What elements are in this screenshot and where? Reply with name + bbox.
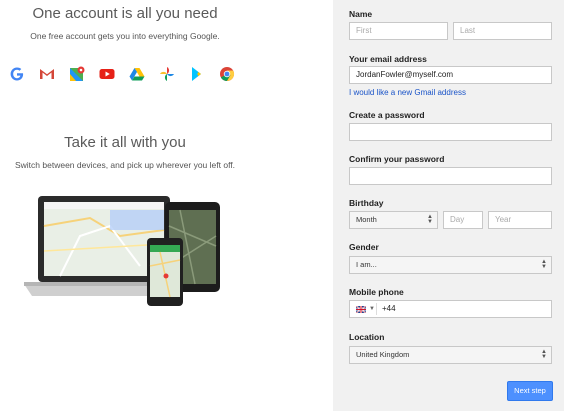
birthday-label: Birthday bbox=[349, 198, 384, 208]
birthday-day-input[interactable]: Day bbox=[443, 211, 483, 229]
first-name-input[interactable]: First bbox=[349, 22, 448, 40]
phone-country-code: +44 bbox=[382, 304, 396, 313]
gmail-icon bbox=[40, 69, 54, 79]
last-name-input[interactable]: Last bbox=[453, 22, 552, 40]
next-step-button[interactable]: Next step bbox=[507, 381, 553, 401]
confirm-password-input[interactable] bbox=[349, 167, 552, 185]
main-heading: One account is all you need bbox=[32, 5, 218, 22]
google-g-icon bbox=[10, 67, 24, 81]
secondary-heading: Take it all with you bbox=[64, 134, 186, 151]
new-gmail-link[interactable]: I would like a new Gmail address bbox=[349, 88, 466, 97]
month-value: Month bbox=[356, 215, 377, 224]
main-subheading: One free account gets you into everythin… bbox=[30, 31, 220, 41]
uk-flag-icon[interactable] bbox=[356, 306, 366, 313]
email-label: Your email address bbox=[349, 54, 427, 64]
play-store-icon bbox=[192, 67, 201, 81]
secondary-subheading: Switch between devices, and pick up wher… bbox=[14, 160, 236, 170]
name-label: Name bbox=[349, 9, 373, 19]
drive-icon bbox=[129, 68, 145, 81]
gender-select[interactable]: I am... ▲ ▼ bbox=[349, 256, 552, 274]
select-arrows-icon: ▲ ▼ bbox=[541, 259, 547, 270]
birthday-month-select[interactable]: Month ▲ ▼ bbox=[349, 211, 438, 229]
location-label: Location bbox=[349, 332, 385, 342]
youtube-icon bbox=[99, 69, 115, 79]
country-dropdown-icon[interactable]: ▼ bbox=[369, 301, 375, 317]
devices-illustration-image bbox=[24, 196, 220, 306]
email-input[interactable]: JordanFowler@myself.com bbox=[349, 66, 552, 84]
select-arrows-icon: ▲ ▼ bbox=[541, 349, 547, 360]
location-select[interactable]: United Kingdom ▲ ▼ bbox=[349, 346, 552, 364]
mobile-phone-input[interactable]: ▼ +44 bbox=[349, 300, 552, 318]
password-label: Create a password bbox=[349, 110, 425, 120]
select-arrows-icon: ▲ ▼ bbox=[427, 214, 433, 225]
gender-label: Gender bbox=[349, 242, 379, 252]
birthday-year-input[interactable]: Year bbox=[488, 211, 552, 229]
confirm-password-label: Confirm your password bbox=[349, 154, 445, 164]
photos-icon bbox=[160, 67, 174, 81]
password-input[interactable] bbox=[349, 123, 552, 141]
gender-value: I am... bbox=[356, 260, 377, 269]
phone-divider bbox=[376, 303, 377, 315]
location-value: United Kingdom bbox=[356, 350, 410, 359]
info-panel: One account is all you need One free acc… bbox=[0, 0, 333, 411]
mobile-phone-label: Mobile phone bbox=[349, 287, 404, 297]
product-icons-row bbox=[8, 65, 248, 83]
chrome-icon bbox=[220, 67, 235, 82]
maps-icon bbox=[70, 66, 85, 81]
